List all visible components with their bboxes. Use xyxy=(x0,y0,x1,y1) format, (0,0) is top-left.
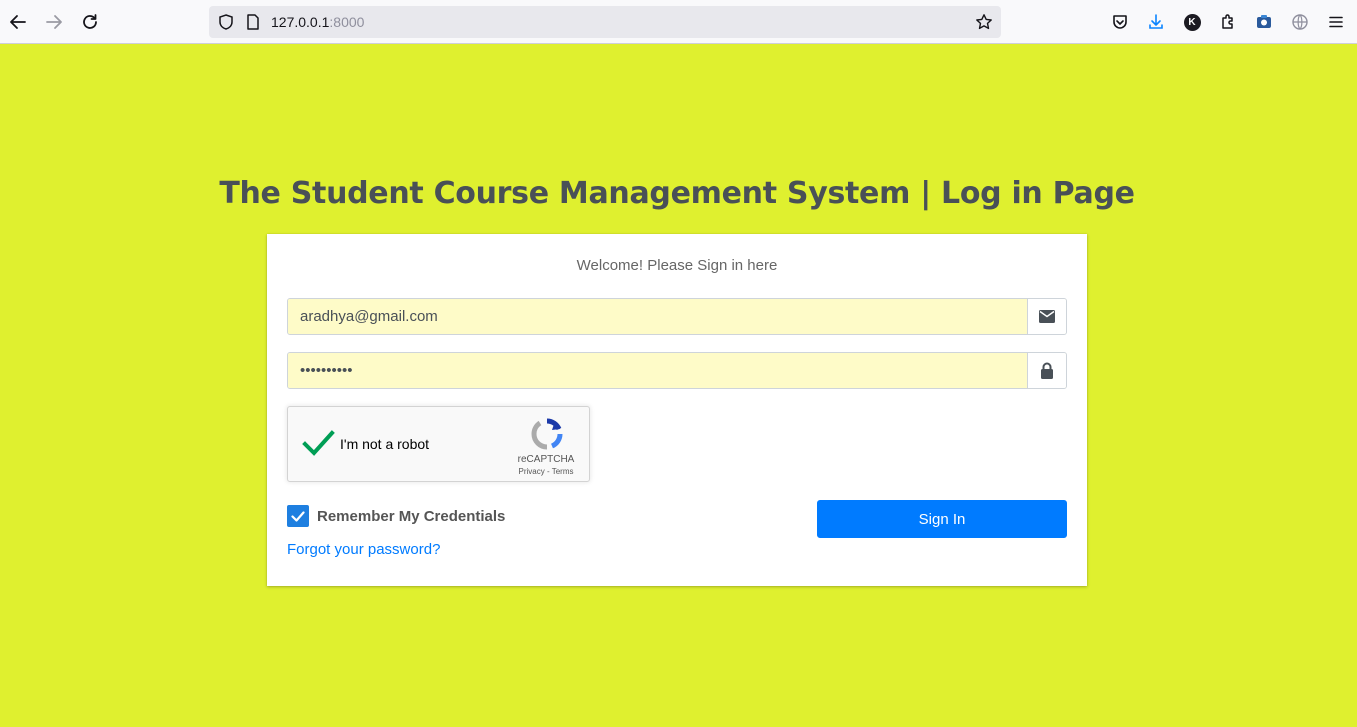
browser-toolbar: 127.0.0.1:8000 K xyxy=(0,0,1357,44)
password-input-group xyxy=(287,352,1067,389)
recaptcha-links: Privacy - Terms xyxy=(518,467,574,476)
recaptcha-checkbox[interactable] xyxy=(302,426,336,460)
bookmark-star-icon[interactable] xyxy=(975,13,993,36)
pocket-button[interactable] xyxy=(1109,11,1131,33)
email-input-group xyxy=(287,298,1067,335)
download-icon xyxy=(1149,14,1163,29)
envelope-icon xyxy=(1027,299,1066,334)
check-icon xyxy=(291,510,305,522)
url-text[interactable]: 127.0.0.1:8000 xyxy=(271,14,364,30)
back-button[interactable] xyxy=(7,11,29,33)
green-checkmark-icon xyxy=(302,430,335,456)
forward-arrow-icon xyxy=(46,15,62,29)
login-card: Welcome! Please Sign in here I'm not a r… xyxy=(267,234,1087,586)
menu-button[interactable] xyxy=(1325,11,1347,33)
downloads-button[interactable] xyxy=(1145,11,1167,33)
pocket-icon xyxy=(1113,15,1127,29)
page-title: The Student Course Management System | L… xyxy=(219,176,1135,211)
welcome-message: Welcome! Please Sign in here xyxy=(576,257,778,274)
hamburger-menu-icon xyxy=(1329,16,1343,28)
puzzle-icon xyxy=(1222,14,1233,29)
remember-label[interactable]: Remember My Credentials xyxy=(317,508,505,525)
password-field[interactable] xyxy=(288,353,1028,388)
back-arrow-icon xyxy=(10,15,26,29)
account-avatar: K xyxy=(1183,13,1201,31)
lock-icon xyxy=(1027,353,1066,388)
extensions-button[interactable] xyxy=(1217,11,1239,33)
recaptcha-terms-link[interactable]: Terms xyxy=(552,467,574,476)
email-field[interactable] xyxy=(288,299,1028,334)
extension-app-icon xyxy=(1257,15,1271,28)
globe-button[interactable] xyxy=(1289,11,1311,33)
forgot-password-link[interactable]: Forgot your password? xyxy=(287,541,440,558)
url-bar[interactable]: 127.0.0.1:8000 xyxy=(209,6,1001,38)
reload-icon xyxy=(83,14,97,29)
page-info-icon[interactable] xyxy=(245,13,261,36)
remember-checkbox[interactable] xyxy=(287,505,309,527)
globe-icon xyxy=(1292,14,1308,30)
extension-app-button[interactable] xyxy=(1253,11,1275,33)
account-button[interactable]: K xyxy=(1181,11,1203,33)
recaptcha-privacy-link[interactable]: Privacy xyxy=(519,467,545,476)
sign-in-button[interactable]: Sign In xyxy=(817,500,1067,538)
recaptcha-logo-icon xyxy=(530,417,564,451)
reload-button[interactable] xyxy=(79,11,101,33)
recaptcha-widget: I'm not a robot reCAPTCHA Privacy - Term… xyxy=(287,406,590,482)
recaptcha-label: I'm not a robot xyxy=(340,436,430,452)
forward-button[interactable] xyxy=(43,11,65,33)
shield-icon[interactable] xyxy=(217,13,235,36)
recaptcha-brand: reCAPTCHA xyxy=(517,454,575,465)
